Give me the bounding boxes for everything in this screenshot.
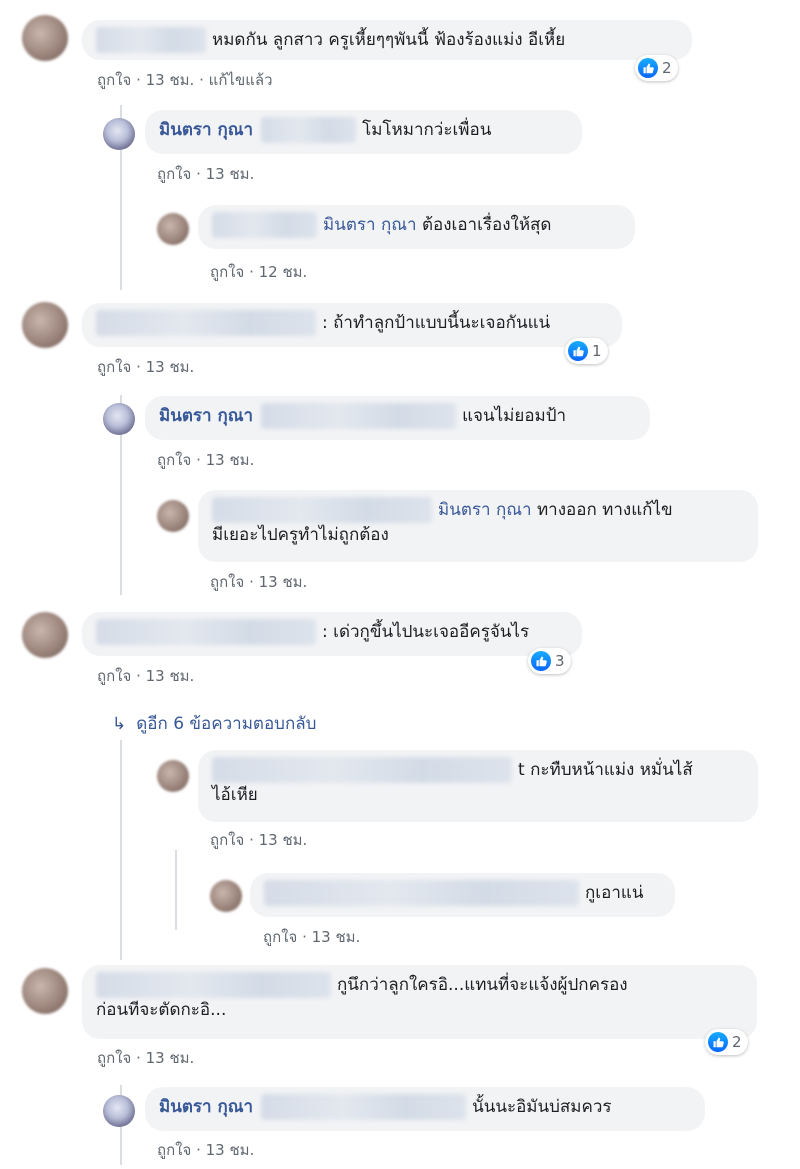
like-icon <box>531 651 551 671</box>
comment-meta: ถูกใจ · 13 ชม. <box>210 573 308 591</box>
reaction-count[interactable]: 3 <box>528 648 571 674</box>
comment-bubble: มินตรา กุณา ทางออก ทางแก้ไข มีเยอะไปครูท… <box>198 490 758 562</box>
timestamp[interactable]: 13 ชม. <box>206 451 255 469</box>
timestamp[interactable]: 13 ชม. <box>312 928 361 946</box>
like-link[interactable]: ถูกใจ <box>210 263 244 281</box>
reaction-count[interactable]: 1 <box>565 338 608 364</box>
like-icon <box>638 58 658 78</box>
like-link[interactable]: ถูกใจ <box>157 165 191 183</box>
comment-meta: ถูกใจ · 13 ชม. <box>263 928 361 946</box>
comment-bubble: มินตรา กุณา แจนไม่ยอมป้า <box>145 396 650 440</box>
like-link[interactable]: ถูกใจ <box>97 1049 131 1067</box>
comment-meta: ถูกใจ · 13 ชม. <box>97 1049 195 1067</box>
avatar[interactable] <box>210 880 242 912</box>
like-link[interactable]: ถูกใจ <box>210 831 244 849</box>
avatar[interactable] <box>157 213 189 245</box>
comment-text: มีเยอะไปครูทำไม่ถูกต้อง <box>212 525 389 545</box>
avatar[interactable] <box>103 403 135 435</box>
edited-label[interactable]: แก้ไขแล้ว <box>209 71 273 89</box>
comment-meta: ถูกใจ · 13 ชม. <box>97 667 195 685</box>
tagged-user[interactable]: มินตรา กุณา <box>438 500 532 520</box>
timestamp[interactable]: 13 ชม. <box>146 358 195 376</box>
timestamp[interactable]: 13 ชม. <box>146 1049 195 1067</box>
timestamp[interactable]: 13 ชม. <box>259 831 308 849</box>
comment-meta: ถูกใจ · 13 ชม. <box>157 165 255 183</box>
comment-bubble: มินตรา กุณา ต้องเอาเรื่องให้สุด <box>198 205 635 249</box>
avatar[interactable] <box>157 500 189 532</box>
like-link[interactable]: ถูกใจ <box>263 928 297 946</box>
comment-text: กูเอาแน่ <box>585 883 644 903</box>
comment-text: กูนึกว่าลูกใครอิ...แทนที่จะแจ้งผู้ปกครอง <box>337 975 628 995</box>
avatar[interactable] <box>103 1095 135 1127</box>
comment-meta: ถูกใจ · 13 ชม. <box>157 1141 255 1159</box>
timestamp[interactable]: 13 ชม. <box>206 165 255 183</box>
comment-bubble: มินตรา กุณา โมโหมากว่ะเพื่อน <box>145 110 582 154</box>
reaction-count[interactable]: 2 <box>705 1029 748 1055</box>
more-replies-link[interactable]: ↳ ดูอีก 6 ข้อความตอบกลับ <box>112 710 316 737</box>
comment-bubble: กูนึกว่าลูกใครอิ...แทนที่จะแจ้งผู้ปกครอง… <box>82 965 757 1039</box>
avatar[interactable] <box>103 118 135 150</box>
comment-meta: ถูกใจ · 13 ชม. <box>97 358 195 376</box>
like-link[interactable]: ถูกใจ <box>210 573 244 591</box>
comment-text: โมโหมากว่ะเพื่อน <box>362 120 492 140</box>
avatar[interactable] <box>157 760 189 792</box>
avatar[interactable] <box>22 612 68 658</box>
author-name[interactable]: มินตรา กุณา <box>159 120 253 140</box>
comment-text: ไอ้เหีย <box>212 785 258 805</box>
comment-text: นั้นนะอิมันบ่สมควร <box>472 1097 612 1117</box>
comment-meta: ถูกใจ · 12 ชม. <box>210 263 308 281</box>
timestamp[interactable]: 13 ชม. <box>146 71 195 89</box>
comment-meta: ถูกใจ · 13 ชม. <box>210 831 308 849</box>
comment-text: : ถ้าทำลูกป้าแบบนี้นะเจอกันแน่ <box>322 313 551 333</box>
comment-text: ก่อนทีจะตัดกะอิ... <box>96 1000 227 1020</box>
like-link[interactable]: ถูกใจ <box>157 451 191 469</box>
thread-line <box>120 740 122 960</box>
avatar[interactable] <box>22 968 68 1014</box>
tagged-user[interactable]: มินตรา กุณา <box>323 215 417 235</box>
comment-text: ทางออก ทางแก้ไข <box>536 500 673 520</box>
avatar[interactable] <box>22 302 68 348</box>
like-icon <box>708 1032 728 1052</box>
comment-bubble: : ถ้าทำลูกป้าแบบนี้นะเจอกันแน่ <box>82 303 622 347</box>
comment-text: : เด่วกูขึ้นไปนะเจออีครูจันไร <box>322 622 530 642</box>
avatar[interactable] <box>22 15 68 61</box>
comment-bubble: กูเอาแน่ <box>250 873 675 917</box>
comment-bubble: : เด่วกูขึ้นไปนะเจออีครูจันไร <box>82 612 582 656</box>
timestamp[interactable]: 13 ชม. <box>259 573 308 591</box>
comment-text: t กะทืบหน้าแม่ง หมั่นไส้ <box>518 760 693 780</box>
author-name[interactable]: มินตรา กุณา <box>159 406 253 426</box>
comment-meta: ถูกใจ · 13 ชม. · แก้ไขแล้ว <box>97 71 273 89</box>
like-link[interactable]: ถูกใจ <box>157 1141 191 1159</box>
comment-meta: ถูกใจ · 13 ชม. <box>157 451 255 469</box>
comment-text: แจนไม่ยอมป้า <box>462 406 567 426</box>
thread-line <box>175 850 177 930</box>
comment-bubble: t กะทืบหน้าแม่ง หมั่นไส้ ไอ้เหีย <box>198 750 758 822</box>
comment-bubble: หมดกัน ลูกสาว ครูเหี้ยๆๆพันนี้ ฟ้องร้องแ… <box>82 20 692 60</box>
like-icon <box>568 341 588 361</box>
comment-text: หมดกัน ลูกสาว ครูเหี้ยๆๆพันนี้ ฟ้องร้องแ… <box>212 30 566 50</box>
like-link[interactable]: ถูกใจ <box>97 71 131 89</box>
like-link[interactable]: ถูกใจ <box>97 358 131 376</box>
comment-text: ต้องเอาเรื่องให้สุด <box>421 215 552 235</box>
reply-arrow-icon: ↳ <box>112 714 127 734</box>
timestamp[interactable]: 12 ชม. <box>259 263 308 281</box>
author-name[interactable]: มินตรา กุณา <box>159 1097 253 1117</box>
timestamp[interactable]: 13 ชม. <box>206 1141 255 1159</box>
comment-bubble: มินตรา กุณา นั้นนะอิมันบ่สมควร <box>145 1087 705 1131</box>
timestamp[interactable]: 13 ชม. <box>146 667 195 685</box>
reaction-count[interactable]: 2 <box>635 55 678 81</box>
like-link[interactable]: ถูกใจ <box>97 667 131 685</box>
